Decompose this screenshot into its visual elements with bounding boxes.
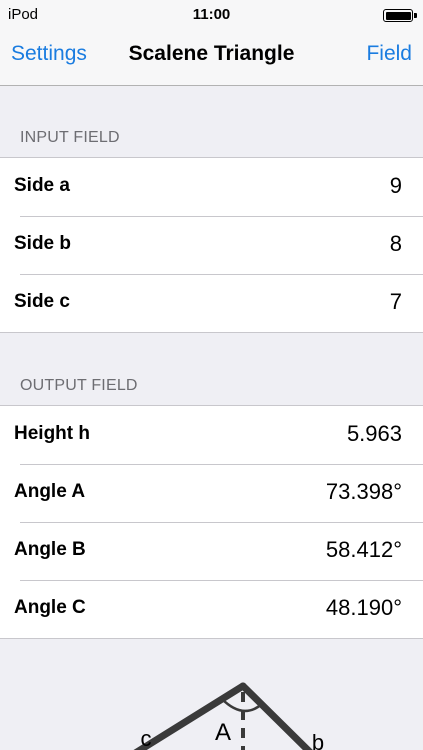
navigation-bar: Settings Scalene Triangle Field xyxy=(0,30,423,86)
output-section-header: OUTPUT FIELD xyxy=(20,377,138,394)
input-row-side-c[interactable]: Side c 7 xyxy=(0,274,423,332)
side-c-label: Side c xyxy=(14,291,70,312)
page-title: Scalene Triangle xyxy=(128,42,295,65)
side-b-label: Side b xyxy=(14,233,72,254)
diagram-label-b: b xyxy=(312,730,324,750)
side-a-label: Side a xyxy=(14,175,70,196)
output-row-angle-c: Angle C 48.190° xyxy=(0,580,423,638)
output-row-angle-b: Angle B 58.412° xyxy=(0,522,423,580)
angle-a-value: 73.398° xyxy=(325,479,402,504)
angle-b-label: Angle B xyxy=(14,539,86,560)
height-h-value: 5.963 xyxy=(346,421,402,446)
battery-icon xyxy=(383,9,417,22)
status-time: 11:00 xyxy=(192,6,231,23)
angle-c-label: Angle C xyxy=(14,597,86,618)
status-bar: iPod 11:00 xyxy=(0,0,423,30)
triangle-diagram: c A b xyxy=(133,682,324,750)
angle-a-label: Angle A xyxy=(14,481,86,502)
input-section-header: INPUT FIELD xyxy=(20,129,120,146)
field-button[interactable]: Field xyxy=(366,42,412,66)
angle-b-value: 58.412° xyxy=(325,537,402,562)
input-row-side-a[interactable]: Side a 9 xyxy=(0,158,423,216)
side-b-value[interactable]: 8 xyxy=(390,231,402,257)
side-c-value[interactable]: 7 xyxy=(390,289,402,315)
diagram-label-a: A xyxy=(215,719,231,746)
output-group: Height h 5.963 Angle A 73.398° Angle B 5… xyxy=(0,405,423,639)
output-row-height-h: Height h 5.963 xyxy=(0,406,423,464)
angle-c-value: 48.190° xyxy=(325,595,402,620)
diagram-label-c: c xyxy=(141,726,152,750)
input-row-side-b[interactable]: Side b 8 xyxy=(0,216,423,274)
height-h-label: Height h xyxy=(14,423,90,444)
side-b-line xyxy=(239,682,313,750)
output-row-angle-a: Angle A 73.398° xyxy=(0,464,423,522)
side-a-value[interactable]: 9 xyxy=(390,173,402,199)
input-group: Side a 9 Side b 8 Side c 7 xyxy=(0,157,423,333)
